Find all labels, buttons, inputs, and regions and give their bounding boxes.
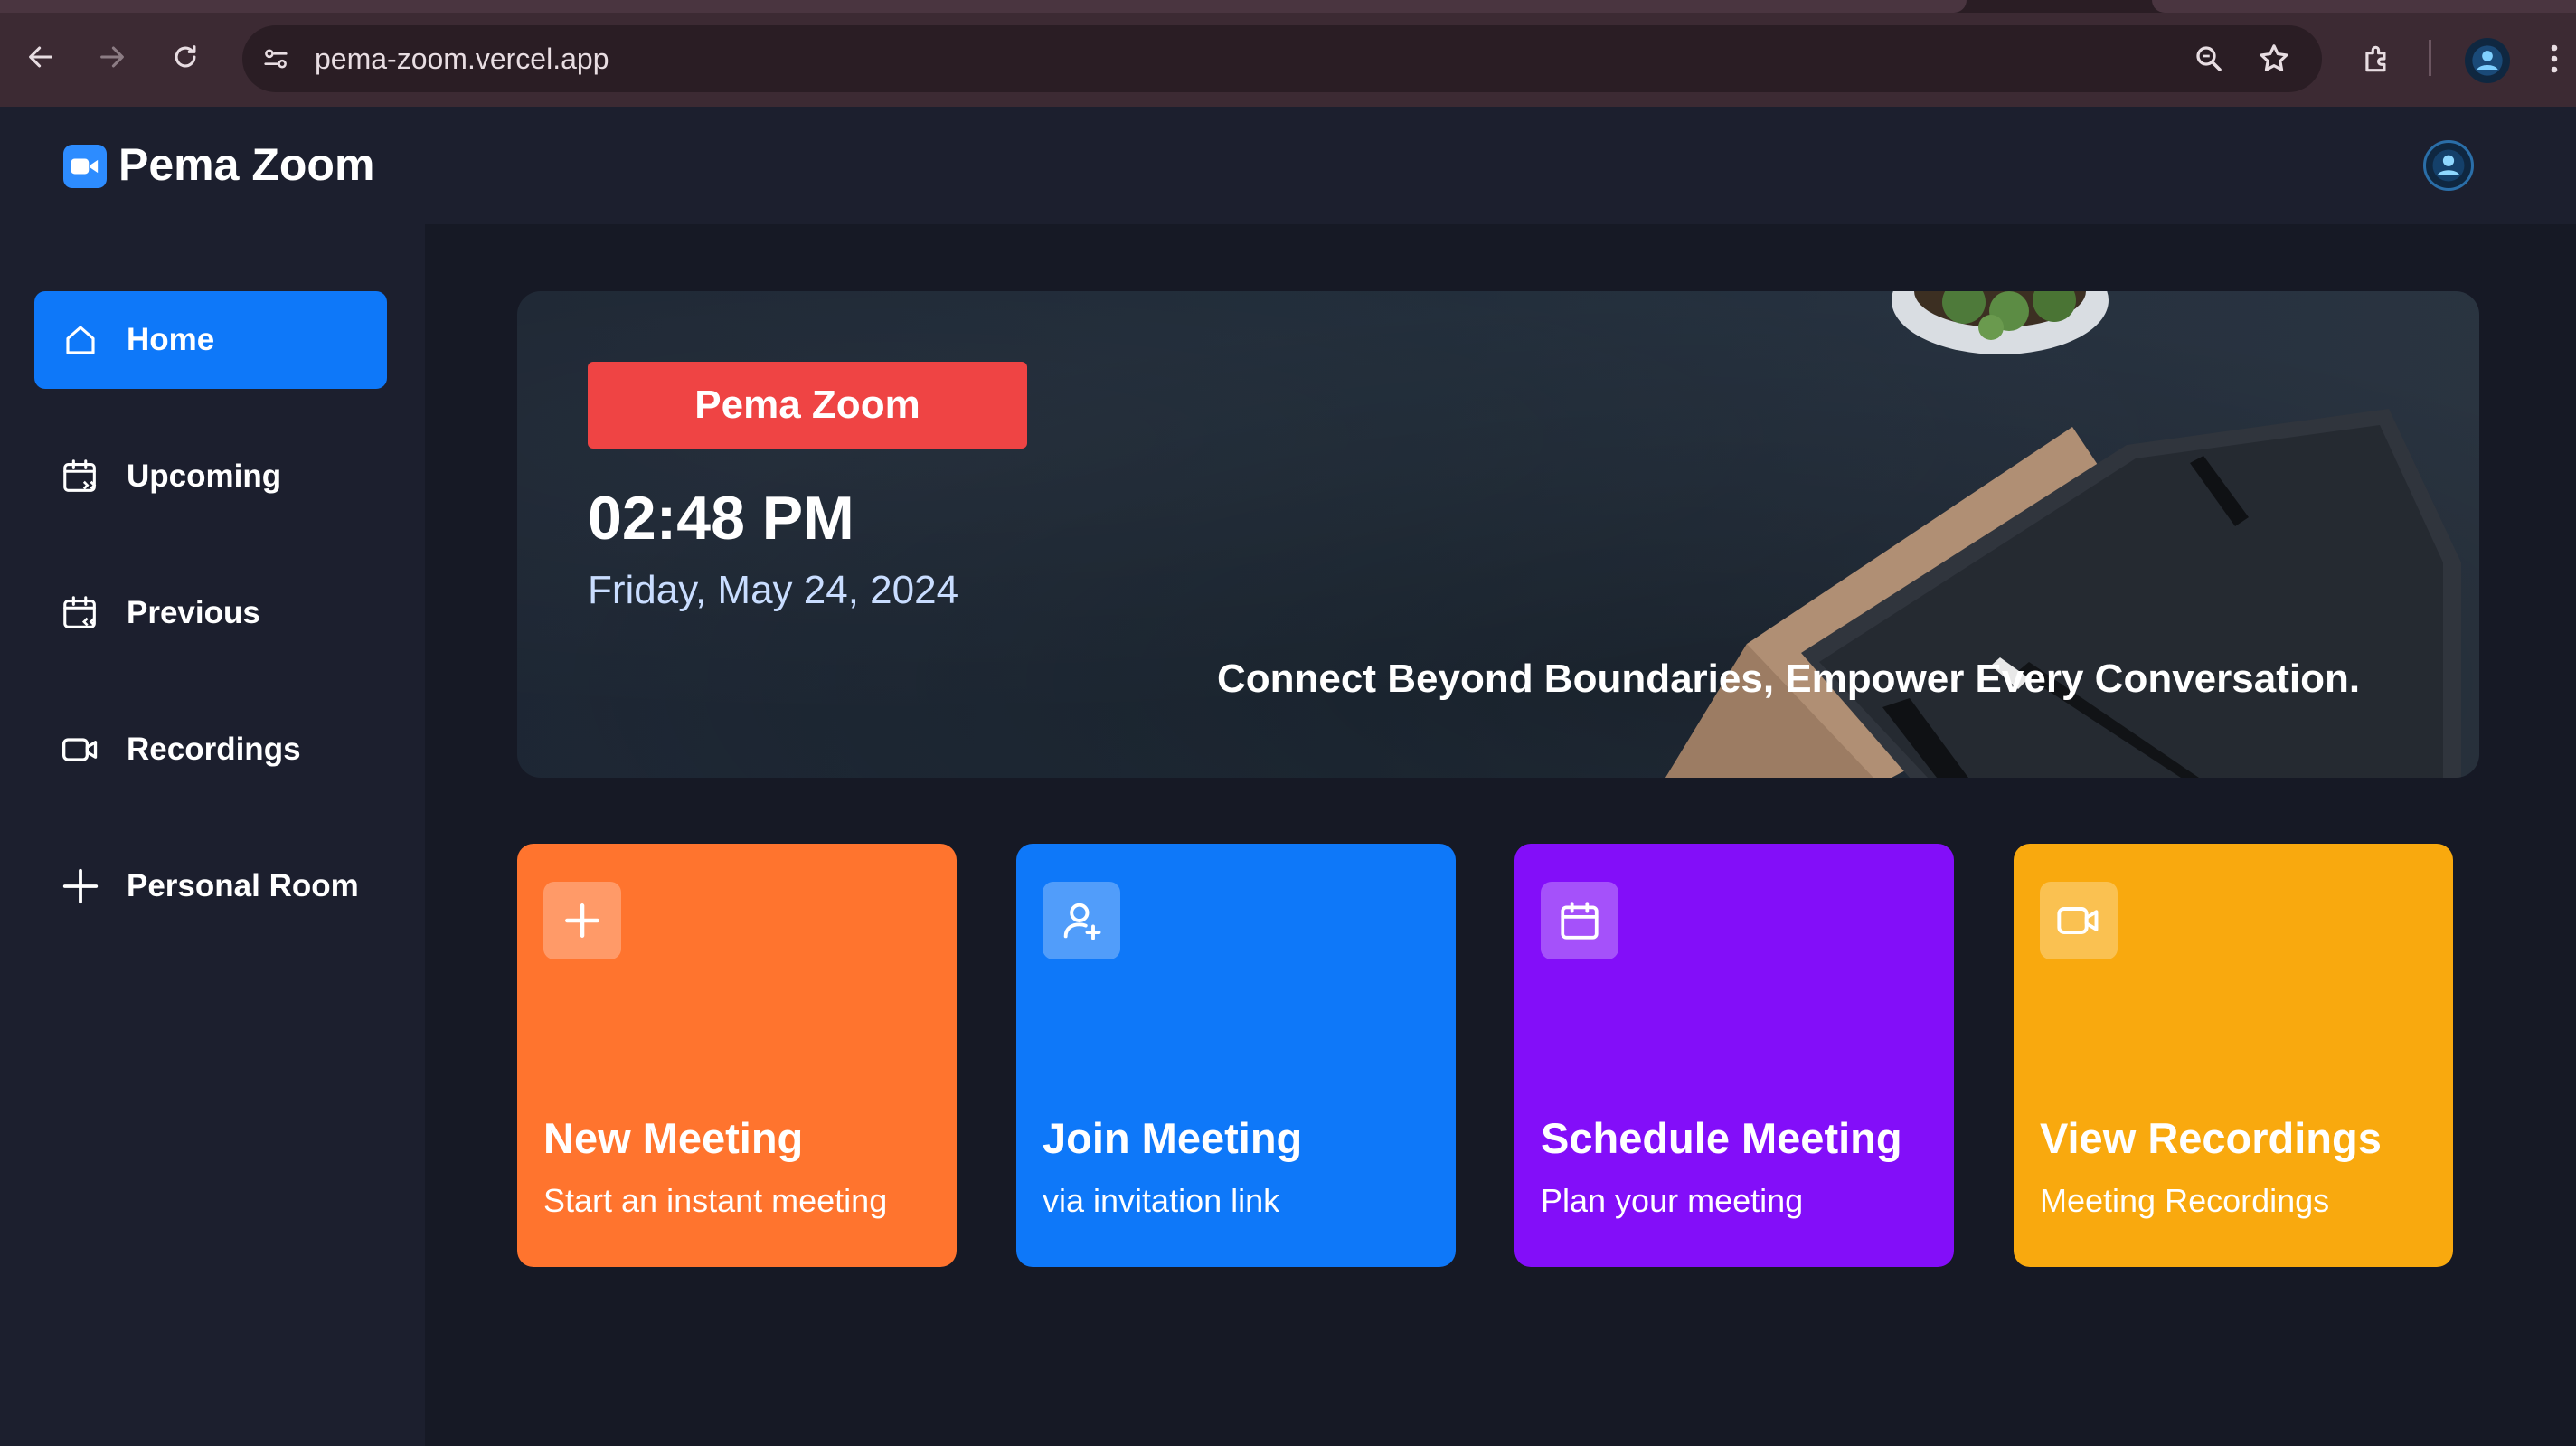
site-info-button[interactable] <box>257 40 295 78</box>
bookmark-button[interactable] <box>2253 38 2295 80</box>
browser-tab[interactable] <box>0 0 1967 13</box>
tune-icon <box>264 49 288 69</box>
url-text[interactable]: pema-zoom.vercel.app <box>315 40 609 78</box>
user-avatar-icon <box>2432 149 2465 182</box>
profile-button[interactable] <box>2465 38 2510 83</box>
hero-badge: Pema Zoom <box>588 362 1027 449</box>
forward-button[interactable] <box>90 34 135 80</box>
more-vertical-icon <box>2551 44 2558 73</box>
logo-icon[interactable] <box>63 145 107 188</box>
toolbar-divider <box>2429 40 2431 76</box>
sidebar-item-label: Personal Room <box>127 868 359 903</box>
sidebar-item-label: Recordings <box>127 732 301 767</box>
current-time: 02:48 PM <box>588 484 854 553</box>
magnifier-icon <box>2196 46 2222 71</box>
hero-tagline: Connect Beyond Boundaries, Empower Every… <box>1217 657 2361 701</box>
card-title: Join Meeting <box>1043 1114 1303 1162</box>
card-subtitle: Plan your meeting <box>1541 1182 1804 1219</box>
sidebar-item-home[interactable]: Home <box>34 291 387 389</box>
video-icon <box>2040 882 2118 959</box>
sidebar <box>0 224 425 1446</box>
join-meeting-card[interactable]: Join Meeting via invitation link <box>1016 844 1456 1267</box>
card-subtitle: Meeting Recordings <box>2040 1182 2330 1219</box>
extensions-button[interactable] <box>2356 38 2398 80</box>
arrow-right-icon <box>100 46 124 68</box>
schedule-meeting-card[interactable]: Schedule Meeting Plan your meeting <box>1514 844 1954 1267</box>
browser-menu-button[interactable] <box>2541 38 2568 80</box>
sidebar-item-label: Home <box>127 322 215 357</box>
current-date: Friday, May 24, 2024 <box>588 568 959 612</box>
card-title: View Recordings <box>2040 1114 2382 1162</box>
reload-icon <box>175 45 196 68</box>
arrow-left-icon <box>29 46 52 68</box>
browser-tab[interactable] <box>2152 0 2576 13</box>
sidebar-item-previous[interactable]: Previous <box>34 564 387 662</box>
avatar[interactable] <box>2423 140 2474 191</box>
calendar-upcoming-icon <box>60 456 101 497</box>
back-button[interactable] <box>18 34 63 80</box>
reload-button[interactable] <box>163 34 208 80</box>
plus-icon <box>60 865 101 907</box>
user-add-icon <box>1043 882 1120 959</box>
card-subtitle: via invitation link <box>1043 1182 1280 1219</box>
card-title: Schedule Meeting <box>1541 1114 1902 1162</box>
card-title: New Meeting <box>543 1114 804 1162</box>
sidebar-item-upcoming[interactable]: Upcoming <box>34 428 387 525</box>
calendar-previous-icon <box>60 592 101 634</box>
calendar-icon <box>1541 882 1618 959</box>
app-name[interactable]: Pema Zoom <box>118 137 374 192</box>
app-header <box>0 107 2576 224</box>
zoom-button[interactable] <box>2188 38 2230 80</box>
card-subtitle: Start an instant meeting <box>543 1182 888 1219</box>
sidebar-item-label: Previous <box>127 595 260 630</box>
plus-icon <box>543 882 621 959</box>
new-meeting-card[interactable]: New Meeting Start an instant meeting <box>517 844 957 1267</box>
avatar-icon <box>2472 45 2503 76</box>
hero-badge-label: Pema Zoom <box>694 383 920 427</box>
sidebar-item-label: Upcoming <box>127 458 282 494</box>
puzzle-icon <box>2365 45 2386 72</box>
view-recordings-card[interactable]: View Recordings Meeting Recordings <box>2014 844 2453 1267</box>
star-icon <box>2260 44 2288 71</box>
sidebar-item-recordings[interactable]: Recordings <box>34 701 387 799</box>
sidebar-item-personal-room[interactable]: Personal Room <box>34 837 387 935</box>
video-icon <box>60 729 101 770</box>
home-icon <box>60 319 101 361</box>
